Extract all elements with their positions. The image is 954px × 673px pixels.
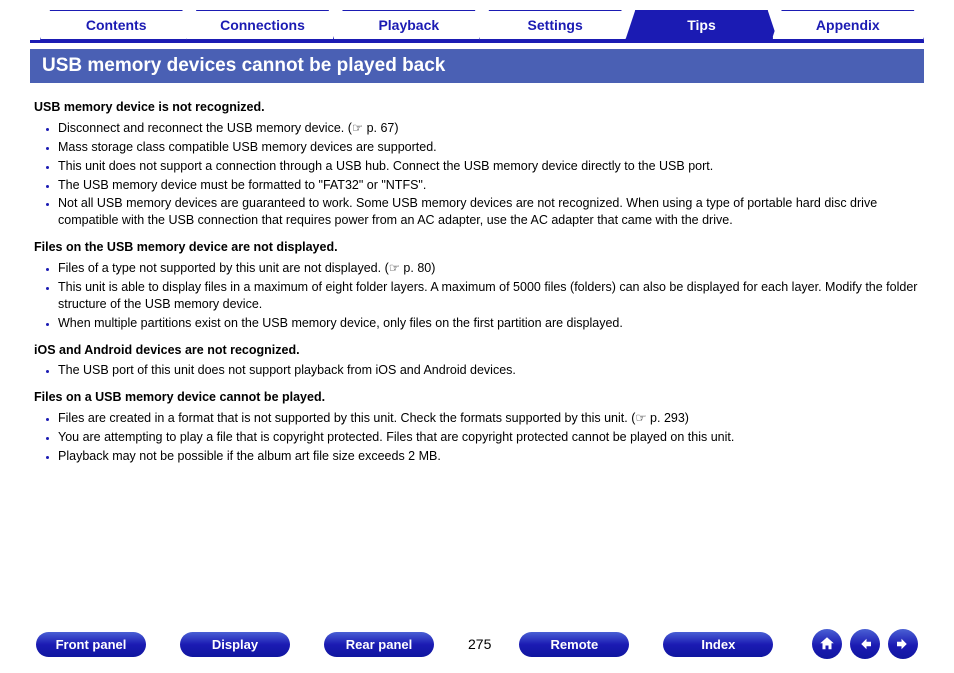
index-button[interactable]: Index bbox=[663, 632, 773, 657]
remote-button[interactable]: Remote bbox=[519, 632, 629, 657]
tab-contents[interactable]: Contents bbox=[40, 10, 192, 40]
prev-icon[interactable] bbox=[850, 629, 880, 659]
subhead: iOS and Android devices are not recogniz… bbox=[34, 342, 920, 359]
display-button[interactable]: Display bbox=[180, 632, 290, 657]
bullet-list: Disconnect and reconnect the USB memory … bbox=[34, 120, 920, 229]
page-number: 275 bbox=[468, 636, 491, 652]
list-item: The USB port of this unit does not suppo… bbox=[58, 362, 920, 379]
header-rule bbox=[30, 40, 924, 43]
list-item: This unit is able to display files in a … bbox=[58, 279, 920, 313]
bullet-list: Files of a type not supported by this un… bbox=[34, 260, 920, 332]
list-item: This unit does not support a connection … bbox=[58, 158, 920, 175]
bullet-list: Files are created in a format that is no… bbox=[34, 410, 920, 465]
content: USB memory device is not recognized. Dis… bbox=[30, 83, 924, 465]
footer: Front panel Display Rear panel 275 Remot… bbox=[0, 629, 954, 659]
nav-icons bbox=[812, 629, 918, 659]
list-item: Disconnect and reconnect the USB memory … bbox=[58, 120, 920, 137]
subhead: Files on a USB memory device cannot be p… bbox=[34, 389, 920, 406]
list-item: You are attempting to play a file that i… bbox=[58, 429, 920, 446]
list-item: Playback may not be possible if the albu… bbox=[58, 448, 920, 465]
list-item: Mass storage class compatible USB memory… bbox=[58, 139, 920, 156]
rear-panel-button[interactable]: Rear panel bbox=[324, 632, 434, 657]
subhead: USB memory device is not recognized. bbox=[34, 99, 920, 116]
list-item: Not all USB memory devices are guarantee… bbox=[58, 195, 920, 229]
list-item: Files of a type not supported by this un… bbox=[58, 260, 920, 277]
subhead: Files on the USB memory device are not d… bbox=[34, 239, 920, 256]
tab-settings[interactable]: Settings bbox=[479, 10, 631, 40]
tab-tips[interactable]: Tips bbox=[625, 10, 777, 40]
list-item: Files are created in a format that is no… bbox=[58, 410, 920, 427]
tab-connections[interactable]: Connections bbox=[186, 10, 338, 40]
tab-appendix[interactable]: Appendix bbox=[772, 10, 924, 40]
nav-tabs: Contents Connections Playback Settings T… bbox=[40, 10, 924, 40]
home-icon[interactable] bbox=[812, 629, 842, 659]
bullet-list: The USB port of this unit does not suppo… bbox=[34, 362, 920, 379]
list-item: The USB memory device must be formatted … bbox=[58, 177, 920, 194]
list-item: When multiple partitions exist on the US… bbox=[58, 315, 920, 332]
front-panel-button[interactable]: Front panel bbox=[36, 632, 146, 657]
page-title: USB memory devices cannot be played back bbox=[30, 49, 924, 83]
tab-playback[interactable]: Playback bbox=[333, 10, 485, 40]
next-icon[interactable] bbox=[888, 629, 918, 659]
